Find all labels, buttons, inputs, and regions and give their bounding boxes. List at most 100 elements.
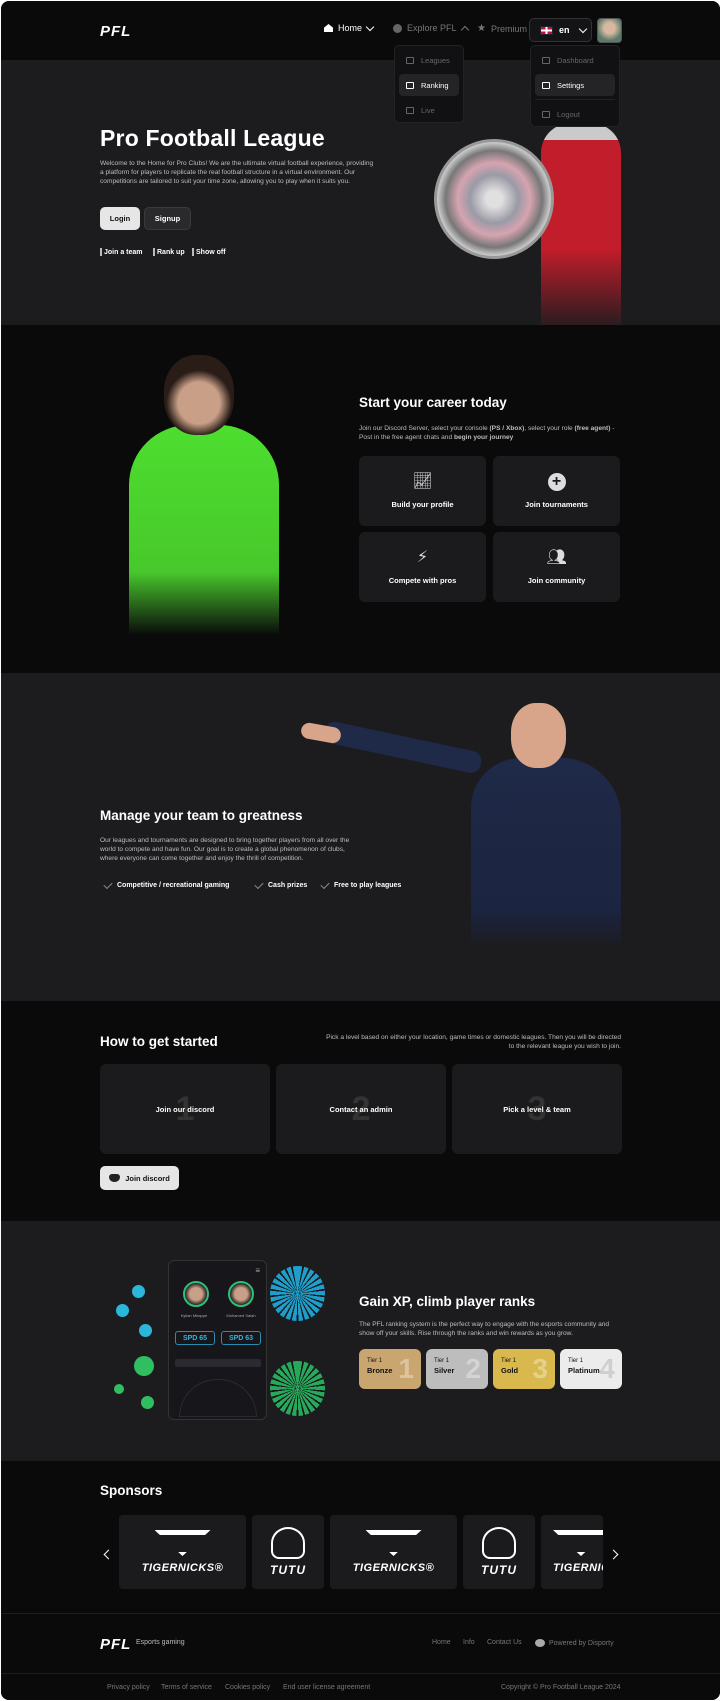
- card-join-community[interactable]: 👥︎ Join community: [493, 532, 620, 602]
- tiger-logo-icon: [365, 1530, 422, 1556]
- check-label: Cash prizes: [268, 882, 308, 889]
- lightning-icon: ⚡︎: [416, 549, 429, 566]
- menu-item-live[interactable]: Live: [399, 99, 459, 121]
- pfl-logo[interactable]: PFL: [100, 23, 131, 40]
- sponsors-title: Sponsors: [100, 1483, 163, 1498]
- tag-label: Join a team: [104, 248, 143, 256]
- text: , select your role: [524, 425, 575, 432]
- check-label: Free to play leagues: [334, 882, 402, 889]
- tier-number: 2: [465, 1353, 481, 1384]
- menu-item-logout[interactable]: Logout: [535, 103, 615, 125]
- sponsor-logo[interactable]: TIGERNICKS®: [541, 1515, 603, 1589]
- menu-item-label: Logout: [557, 109, 580, 119]
- chevron-down-icon: [365, 22, 375, 31]
- footer-tagline: Esports gaming: [136, 1639, 185, 1646]
- menu-item-label: Live: [421, 105, 435, 115]
- sponsor-logo[interactable]: TIGERNICKS®: [119, 1515, 246, 1589]
- sponsors-section: Sponsors TIGERNICKS® TUTU TIGERNICKS® TU…: [1, 1461, 720, 1613]
- menu-item-label: Leagues: [421, 55, 450, 65]
- card-compete-pros[interactable]: ⚡︎ Compete with pros: [359, 532, 486, 602]
- user-dropdown: Dashboard Settings Logout: [530, 45, 620, 127]
- how-to-start-section: How to get started Pick a level based on…: [1, 1001, 720, 1221]
- signup-button[interactable]: Signup: [144, 207, 191, 230]
- footer-copyright: Copyright © Pro Football League 2024: [501, 1684, 621, 1691]
- footer-terms[interactable]: Terms of service: [161, 1684, 212, 1691]
- footer-link-info[interactable]: Info: [463, 1639, 475, 1646]
- footer-logo[interactable]: PFL: [100, 1636, 131, 1653]
- footer-cookies[interactable]: Cookies policy: [225, 1684, 270, 1691]
- xp-title: Gain XP, climb player ranks: [359, 1294, 536, 1309]
- tier-number: 1: [398, 1353, 414, 1384]
- sponsor-logo[interactable]: TUTU: [463, 1515, 535, 1589]
- player-name: Kylian Mbappé: [180, 1313, 208, 1318]
- menu-item-label: Settings: [557, 80, 585, 90]
- team-section: Manage your team to greatness Our league…: [1, 673, 720, 1001]
- career-description: Join our Discord Server, select your con…: [359, 424, 621, 442]
- coach-image: [299, 703, 621, 953]
- footer: PFL Esports gaming Home Info Contact Us …: [1, 1613, 720, 1700]
- nav-premium[interactable]: ★ Premium: [477, 23, 527, 34]
- menu-item-settings[interactable]: Settings: [535, 74, 615, 96]
- nav-explore[interactable]: Explore PFL: [393, 23, 469, 34]
- list-icon: [406, 56, 414, 64]
- carousel-next-arrow-icon[interactable]: [608, 1549, 619, 1560]
- video-icon: [406, 106, 414, 114]
- how-title: How to get started: [100, 1034, 218, 1049]
- nav-explore-label: Explore PFL: [407, 23, 457, 33]
- how-description: Pick a level based on either your locati…: [326, 1034, 621, 1050]
- footer-powered-by[interactable]: Powered by Disporty: [535, 1639, 614, 1647]
- star-icon: ★: [477, 23, 486, 34]
- sponsor-logo[interactable]: TIGERNICKS®: [330, 1515, 457, 1589]
- grid-icon: [542, 56, 550, 64]
- step-card: 1 Join our discord: [100, 1064, 270, 1154]
- career-section: Start your career today Join our Discord…: [1, 325, 720, 673]
- player-name: Mohamed Salah: [226, 1313, 256, 1318]
- tier-number: 4: [599, 1353, 615, 1384]
- tier-gold: Tier 1 Gold 3: [493, 1349, 555, 1389]
- discord-icon: [109, 1174, 121, 1182]
- menu-divider: [535, 99, 615, 100]
- footer-link-home[interactable]: Home: [432, 1639, 451, 1646]
- hero-title: Pro Football League: [100, 125, 325, 151]
- plus-circle-icon: +: [547, 473, 566, 491]
- card-label: Compete with pros: [388, 576, 457, 585]
- language-selector[interactable]: en: [529, 18, 592, 42]
- step-card: 3 Pick a level & team: [452, 1064, 622, 1154]
- login-button[interactable]: Login: [100, 207, 140, 230]
- sponsor-name: TUTU: [481, 1563, 517, 1577]
- player-stat: SPD 63: [221, 1331, 261, 1345]
- page: PFL Home Explore PFL ★ Premium en League…: [1, 1, 720, 1700]
- logout-icon: [542, 110, 550, 118]
- sponsor-logo[interactable]: TUTU: [252, 1515, 324, 1589]
- player-green-kit-image: [119, 355, 289, 635]
- menu-item-ranking[interactable]: Ranking: [399, 74, 459, 96]
- footer-divider: [1, 1673, 720, 1674]
- check-competitive: Competitive / recreational gaming: [103, 879, 229, 889]
- text-bold: begin your journey: [453, 434, 514, 441]
- sponsor-name: TIGERNICKS®: [352, 1562, 435, 1574]
- tiger-logo-icon: [154, 1530, 211, 1556]
- nav-home[interactable]: Home: [324, 22, 375, 33]
- menu-item-dashboard[interactable]: Dashboard: [535, 49, 615, 71]
- player-image: [541, 123, 621, 333]
- step-label: Pick a level & team: [503, 1104, 571, 1114]
- xp-section: ≡ Kylian Mbappé Mohamed Salah SPD 65 SPD…: [1, 1221, 720, 1461]
- footer-privacy[interactable]: Privacy policy: [107, 1684, 150, 1691]
- xp-description: The PFL ranking system is the perfect wa…: [359, 1321, 610, 1337]
- join-discord-button[interactable]: Join discord: [100, 1166, 179, 1190]
- footer-eula[interactable]: End user license agreement: [283, 1684, 370, 1691]
- carousel-prev-arrow-icon[interactable]: [103, 1549, 114, 1560]
- card-join-tournaments[interactable]: + Join tournaments: [493, 456, 620, 526]
- user-avatar[interactable]: [597, 18, 622, 43]
- sponsor-name: TUTU: [270, 1563, 306, 1577]
- tiger-logo-icon: [553, 1530, 603, 1556]
- footer-link-contact[interactable]: Contact Us: [487, 1639, 522, 1646]
- tutu-mascot-icon: [482, 1527, 516, 1559]
- toggle-icon: [542, 81, 550, 89]
- menu-item-leagues[interactable]: Leagues: [399, 49, 459, 71]
- text-bold: (free agent): [574, 425, 611, 432]
- step-label: Contact an admin: [329, 1104, 393, 1114]
- powered-label: Powered by Disporty: [549, 1639, 614, 1647]
- card-build-profile[interactable]: 📈︎ Build your profile: [359, 456, 486, 526]
- team-title: Manage your team to greatness: [100, 808, 303, 823]
